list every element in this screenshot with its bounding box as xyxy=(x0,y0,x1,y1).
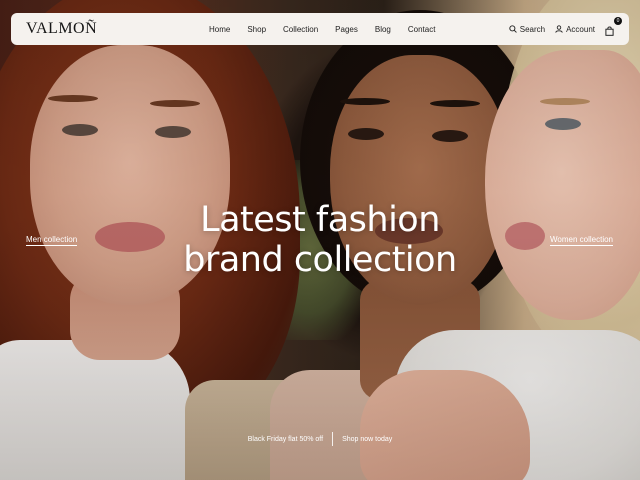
nav-pages[interactable]: Pages xyxy=(335,25,358,34)
nav-shop[interactable]: Shop xyxy=(247,25,266,34)
cart-count-badge: 0 xyxy=(614,17,622,25)
nav-home[interactable]: Home xyxy=(209,25,230,34)
women-collection-link[interactable]: Women collection xyxy=(550,235,613,246)
user-icon xyxy=(555,25,563,33)
search-button[interactable]: Search xyxy=(509,25,545,34)
hero-headline-line-1: Latest fashion xyxy=(200,200,440,240)
header-actions: Search Account 0 xyxy=(509,13,622,45)
promo-bar: Black Friday flat 50% off Shop now today xyxy=(0,432,640,446)
shop-now-link[interactable]: Shop now today xyxy=(342,436,392,443)
search-icon xyxy=(509,25,517,33)
men-collection-link[interactable]: Men collection xyxy=(26,235,78,246)
cart-button[interactable]: 0 xyxy=(605,17,622,36)
nav-blog[interactable]: Blog xyxy=(375,25,391,34)
account-label: Account xyxy=(566,24,595,34)
hero-headline-line-2: brand collection xyxy=(183,240,457,280)
promo-divider xyxy=(332,432,334,446)
search-label: Search xyxy=(519,24,546,34)
shopping-bag-icon xyxy=(605,26,614,36)
site-header: VALMOÑ Home Shop Collection Pages Blog C… xyxy=(11,13,629,45)
promo-offer-text: Black Friday flat 50% off xyxy=(247,435,324,443)
hero-headline: Latest fashion brand collection xyxy=(0,200,640,280)
nav-collection[interactable]: Collection xyxy=(283,25,318,34)
main-nav: Home Shop Collection Pages Blog Contact xyxy=(209,13,435,45)
brand-logo[interactable]: VALMOÑ xyxy=(26,20,97,38)
account-button[interactable]: Account xyxy=(555,25,595,34)
nav-contact[interactable]: Contact xyxy=(408,25,436,34)
